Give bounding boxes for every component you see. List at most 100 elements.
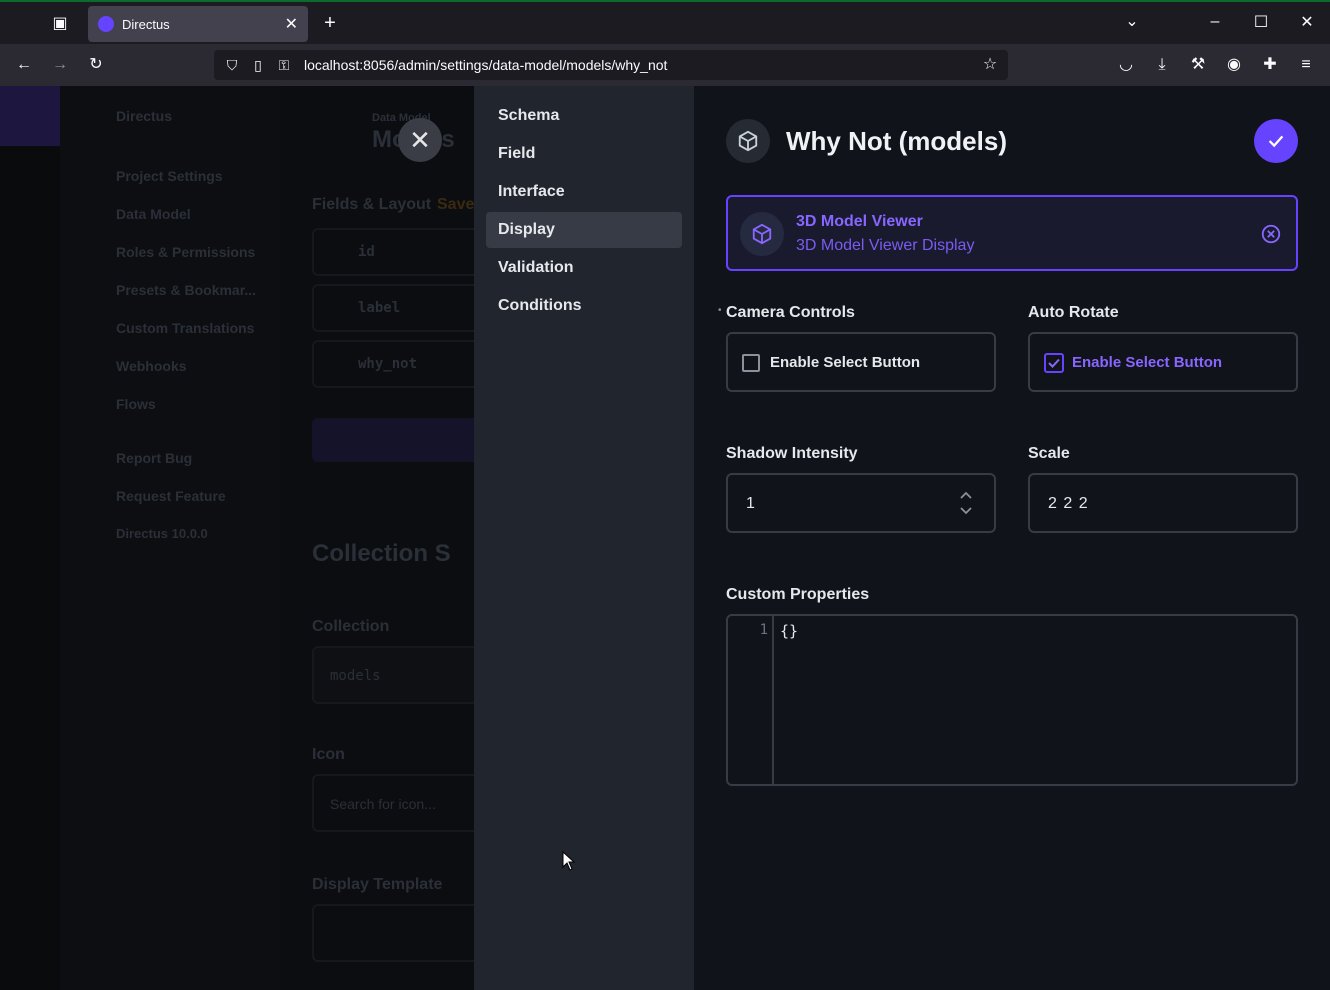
pocket-icon[interactable]: ◡	[1116, 57, 1136, 73]
directus-logo	[0, 86, 60, 146]
new-tab-button[interactable]: +	[320, 13, 340, 33]
camera-controls-checkbox[interactable]: Enable Select Button	[726, 332, 996, 392]
menu-display[interactable]: Display	[486, 212, 682, 248]
bg-field-row: id	[312, 228, 474, 276]
bg-collection-setup: Collection S	[312, 540, 451, 567]
bg-display-template-input	[312, 904, 474, 962]
bg-field-row: label	[312, 284, 474, 332]
bg-create-field-button	[312, 418, 474, 462]
nav-request-feature: Request Feature	[116, 488, 226, 504]
scale-label: Scale	[1028, 445, 1070, 462]
cube-icon	[740, 212, 784, 256]
bg-collection-value: models	[330, 668, 381, 684]
selected-display-card[interactable]: 3D Model Viewer 3D Model Viewer Display	[726, 195, 1298, 271]
minimize-icon[interactable]: –	[1205, 14, 1225, 30]
maximize-icon[interactable]: ☐	[1251, 15, 1271, 31]
tab-close-icon[interactable]: ✕	[285, 14, 298, 34]
line-gutter: 1	[728, 616, 774, 784]
drawer-main: Why Not (models) 3D Model Viewer 3D Mode…	[694, 86, 1330, 990]
drawer-close-button[interactable]: ✕	[398, 118, 442, 162]
permissions-icon[interactable]: ⚿	[274, 57, 294, 73]
menu-schema[interactable]: Schema	[486, 98, 682, 134]
shadow-intensity-label: Shadow Intensity	[726, 445, 858, 462]
tab-list-icon[interactable]: ▣	[50, 16, 70, 32]
nav-presets: Presets & Bookmar...	[116, 282, 257, 298]
menu-field[interactable]: Field	[486, 136, 682, 172]
auto-rotate-checkbox-label: Enable Select Button	[1072, 354, 1223, 371]
code-text[interactable]: {}	[780, 622, 798, 640]
downloads-icon[interactable]: ⤓	[1152, 57, 1172, 73]
forward-icon[interactable]: →	[50, 57, 70, 73]
devtools-wrench-icon[interactable]: ⚒	[1188, 57, 1208, 73]
tab-title: Directus	[122, 16, 170, 32]
reload-icon[interactable]: ↻	[86, 57, 106, 73]
drawer-side-menu: Schema Field Interface Display Validatio…	[474, 86, 694, 990]
bg-field-why-not: why_not	[358, 356, 418, 372]
list-all-tabs-icon[interactable]: ⌄	[1122, 14, 1142, 30]
bg-collection-input: models	[312, 646, 474, 704]
shadow-intensity-input[interactable]: 1	[726, 473, 996, 533]
nav-webhooks: Webhooks	[116, 358, 187, 374]
display-name: 3D Model Viewer	[796, 213, 923, 230]
menu-validation[interactable]: Validation	[486, 250, 682, 286]
directus-favicon-icon	[98, 16, 114, 32]
version-label: Directus 10.0.0	[116, 526, 208, 541]
menu-conditions[interactable]: Conditions	[486, 288, 682, 324]
scale-value[interactable]: 2 2 2	[1048, 495, 1089, 513]
cube-icon	[726, 119, 770, 163]
auto-rotate-label: Auto Rotate	[1028, 304, 1119, 321]
shadow-intensity-value[interactable]: 1	[746, 495, 756, 513]
nav-flows: Flows	[116, 396, 156, 412]
browser-tab-bar: ▣ Directus ✕ + ⌄ – ☐ ✕	[0, 0, 1330, 44]
camera-controls-label: Camera Controls	[726, 304, 855, 321]
background-app: Directus Project Settings Data Model Rol…	[0, 86, 474, 990]
nav-report-bug: Report Bug	[116, 450, 193, 466]
browser-tab[interactable]: Directus ✕	[88, 6, 308, 42]
line-number: 1	[759, 622, 768, 638]
url-bar[interactable]: ⛉ ▯ ⚿ localhost:8056/admin/settings/data…	[214, 50, 1008, 80]
app-menu-icon[interactable]: ≡	[1296, 57, 1316, 73]
url-text[interactable]: localhost:8056/admin/settings/data-model…	[304, 57, 667, 73]
bookmark-star-icon[interactable]: ☆	[980, 57, 1000, 73]
bg-field-row: why_not	[312, 340, 474, 388]
save-button[interactable]	[1254, 119, 1298, 163]
bg-icon-input: Search for icon...	[312, 774, 474, 832]
page-info-icon[interactable]: ▯	[248, 57, 268, 73]
nav-roles: Roles & Permissions	[116, 244, 256, 260]
mouse-cursor-icon	[562, 851, 576, 871]
auto-rotate-checkbox[interactable]: Enable Select Button	[1028, 332, 1298, 392]
browser-nav-bar: ← → ↻ ⛉ ▯ ⚿ localhost:8056/admin/setting…	[0, 44, 1330, 86]
module-rail	[0, 86, 60, 990]
bg-icon-label: Icon	[312, 746, 345, 763]
project-name: Directus	[116, 108, 173, 124]
bg-saved: Save	[437, 196, 474, 213]
checkbox-unchecked-icon[interactable]	[742, 354, 760, 372]
required-marker: •	[718, 305, 722, 316]
check-icon	[1268, 135, 1284, 148]
custom-properties-label: Custom Properties	[726, 586, 870, 603]
custom-properties-code-editor[interactable]: 1 {}	[726, 614, 1298, 786]
stepper-icon[interactable]	[958, 489, 974, 517]
remove-circle-icon[interactable]	[1260, 223, 1282, 245]
bg-field-label: label	[358, 300, 401, 316]
close-icon: ✕	[409, 124, 431, 155]
nav-data-model: Data Model	[116, 206, 191, 222]
bg-collection-label: Collection	[312, 618, 390, 635]
bg-fields-layout: Fields & Layout	[312, 196, 432, 213]
account-icon[interactable]: ◉	[1224, 57, 1244, 73]
bg-display-template-label: Display Template	[312, 876, 443, 893]
checkbox-checked-icon[interactable]	[1044, 353, 1064, 373]
camera-controls-checkbox-label: Enable Select Button	[770, 354, 921, 371]
back-icon[interactable]: ←	[14, 57, 34, 73]
bg-field-id: id	[358, 244, 375, 260]
drawer-title: Why Not (models)	[786, 126, 1007, 156]
nav-project-settings: Project Settings	[116, 168, 223, 184]
menu-interface[interactable]: Interface	[486, 174, 682, 210]
display-description: 3D Model Viewer Display	[796, 237, 975, 254]
extensions-icon[interactable]: ✚	[1260, 57, 1280, 73]
scale-input[interactable]: 2 2 2	[1028, 473, 1298, 533]
window-close-icon[interactable]: ✕	[1297, 15, 1317, 31]
bg-icon-placeholder: Search for icon...	[330, 796, 436, 812]
nav-translations: Custom Translations	[116, 320, 255, 336]
shield-icon[interactable]: ⛉	[222, 57, 242, 73]
